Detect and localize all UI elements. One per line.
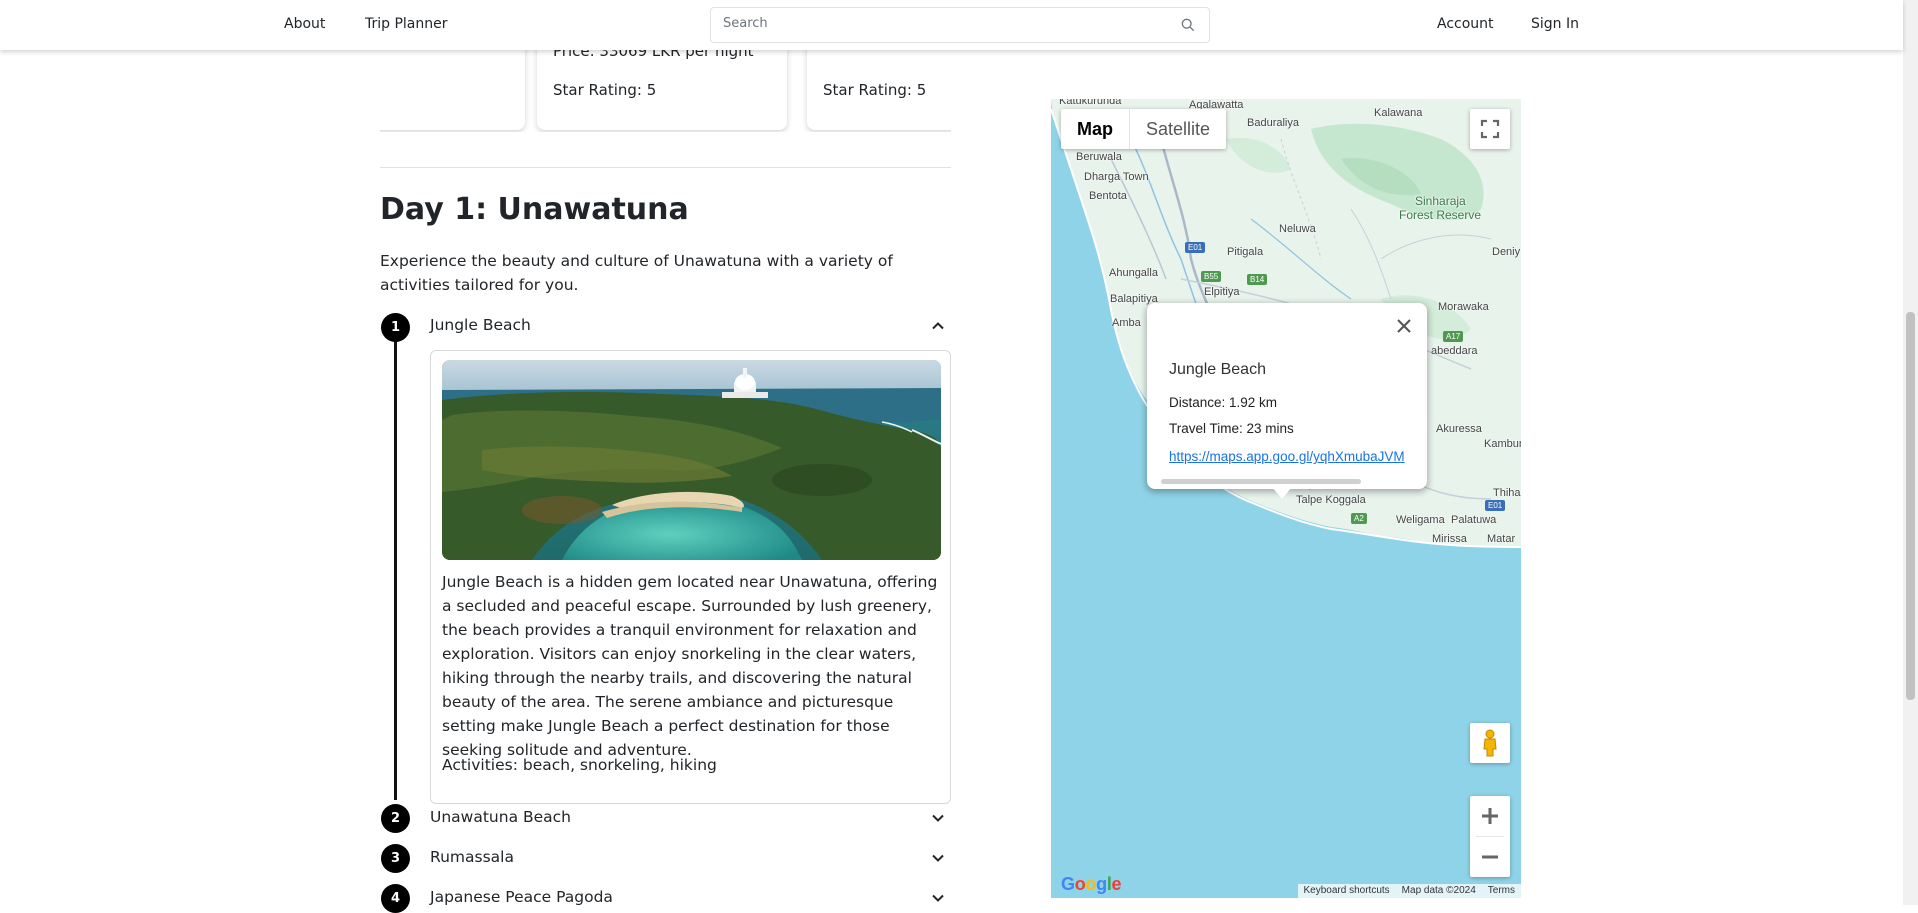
day-title: Day 1: Unawatuna (380, 192, 689, 227)
map-label: Matar (1487, 533, 1516, 545)
day-description: Experience the beauty and culture of Una… (380, 252, 893, 294)
activity-title-unawatuna-beach[interactable]: Unawatuna Beach (430, 808, 571, 826)
info-window-title: Jungle Beach (1169, 361, 1266, 378)
map-label: Pitigala (1227, 246, 1264, 258)
map-attribution: Keyboard shortcuts Map data ©2024 Terms (1297, 884, 1521, 898)
road-badge: A2 (1351, 513, 1367, 524)
step-number-badge: 3 (381, 844, 410, 873)
step-number-badge: 2 (381, 804, 410, 833)
jungle-beach-photo (442, 360, 941, 560)
nav-sign-in-link[interactable]: Sign In (1531, 16, 1579, 32)
map-label: Dharga Town (1084, 171, 1149, 183)
map-type-map-button[interactable]: Map (1061, 109, 1129, 149)
info-window-distance: Distance: 1.92 km (1169, 395, 1278, 410)
top-navbar: About Trip Planner Account Sign In (0, 0, 1903, 50)
nav-about-link[interactable]: About (284, 16, 325, 32)
road-badge: A17 (1443, 331, 1464, 342)
map-info-window: Jungle Beach Distance: 1.92 km Travel Ti… (1147, 303, 1427, 499)
search-icon[interactable] (1181, 18, 1195, 32)
map-label: Kambur (1484, 438, 1521, 450)
map-label: Amba (1112, 317, 1141, 329)
nav-trip-planner-link[interactable]: Trip Planner (365, 16, 448, 32)
close-icon[interactable] (1395, 317, 1413, 335)
chevron-down-icon[interactable] (930, 850, 946, 866)
route-map[interactable]: Katukurunda Agalawatta Baduraliya Kalawa… (1051, 99, 1521, 898)
map-label: Ahungalla (1109, 267, 1158, 279)
page-scrollbar[interactable] (1903, 0, 1918, 905)
map-label: Akuressa (1436, 423, 1482, 435)
nav-account-link[interactable]: Account (1437, 16, 1494, 32)
chevron-down-icon[interactable] (930, 890, 946, 906)
scrollbar-thumb[interactable] (1906, 312, 1915, 700)
road-badge: B14 (1247, 274, 1268, 285)
fullscreen-button[interactable] (1470, 109, 1510, 149)
map-label: Talpe Koggala (1296, 494, 1366, 506)
activity-detail-card: Jungle Beach is a hidden gem located nea… (430, 350, 951, 804)
map-label: Beruwala (1076, 151, 1122, 163)
map-label: Katukurunda (1059, 99, 1122, 107)
activity-description: Jungle Beach is a hidden gem located nea… (442, 573, 938, 759)
chevron-up-icon[interactable] (930, 318, 946, 334)
chevron-down-icon[interactable] (930, 810, 946, 826)
fullscreen-icon (1480, 119, 1500, 139)
road-badge: E01 (1485, 500, 1506, 511)
map-type-control: Map Satellite (1061, 109, 1227, 149)
keyboard-shortcuts-link[interactable]: Keyboard shortcuts (1304, 884, 1390, 898)
minus-icon (1482, 855, 1498, 859)
step-number-badge: 1 (381, 313, 410, 342)
hotel-card-rating: Star Rating: 5 (553, 81, 657, 99)
hotel-card-rating: Star Rating: 5 (823, 81, 927, 99)
street-view-pegman[interactable] (1470, 723, 1510, 763)
plus-icon (1482, 808, 1498, 824)
road-badge: B55 (1201, 271, 1222, 282)
map-label: Bentota (1089, 190, 1127, 202)
google-logo[interactable]: Google (1061, 874, 1122, 895)
map-label: Mirissa (1432, 533, 1467, 545)
section-divider (380, 167, 951, 168)
map-label: Elpitiya (1204, 286, 1240, 298)
zoom-control (1470, 796, 1510, 877)
zoom-in-button[interactable] (1470, 796, 1510, 836)
map-label: Neluwa (1279, 223, 1316, 235)
search-box (710, 7, 1210, 43)
timeline-line (394, 340, 397, 800)
info-window-travel-time: Travel Time: 23 mins (1169, 421, 1294, 436)
pegman-icon (1483, 729, 1497, 757)
map-label: Forest Reserve (1399, 208, 1482, 222)
info-window-maps-link[interactable]: https://maps.app.goo.gl/yqhXmubaJVM (1169, 449, 1409, 464)
map-label: Deniy (1492, 246, 1521, 258)
step-number-badge: 4 (381, 884, 410, 913)
map-type-satellite-button[interactable]: Satellite (1129, 109, 1226, 149)
road-badge: E01 (1185, 242, 1206, 253)
search-input[interactable] (723, 16, 1163, 31)
info-window-tail (1272, 487, 1292, 499)
map-label: Weligama (1396, 514, 1445, 526)
activity-tags: Activities: beach, snorkeling, hiking (442, 756, 717, 774)
map-label: Sinharaja (1415, 194, 1466, 208)
info-window-scrollbar[interactable] (1161, 479, 1361, 484)
map-label: abeddara (1431, 345, 1478, 357)
terms-link[interactable]: Terms (1488, 884, 1515, 898)
map-data-label: Map data ©2024 (1401, 885, 1476, 896)
map-label: Baduraliya (1247, 117, 1299, 129)
activity-title-rumassala[interactable]: Rumassala (430, 848, 514, 866)
zoom-out-button[interactable] (1470, 837, 1510, 877)
map-label: Thiha (1493, 487, 1521, 499)
map-label: Kalawana (1374, 107, 1423, 119)
activity-title-jungle-beach[interactable]: Jungle Beach (430, 316, 531, 334)
map-label: Morawaka (1438, 301, 1489, 313)
activity-title-japanese-peace-pagoda[interactable]: Japanese Peace Pagoda (430, 888, 613, 906)
map-label: Palatuwa (1451, 514, 1497, 526)
